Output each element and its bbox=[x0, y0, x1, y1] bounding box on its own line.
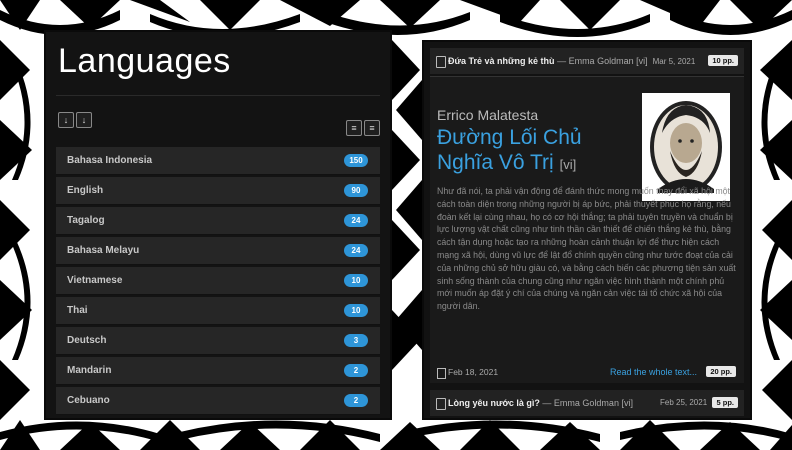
read-whole-text-link[interactable]: Read the whole text... bbox=[610, 367, 697, 377]
page-count-badge: 20 pp. bbox=[706, 366, 736, 377]
page-count-badge: 10 pp. bbox=[708, 55, 738, 66]
count-badge: 10 bbox=[344, 304, 368, 317]
languages-panel: Languages ↓ ↓ ≡ ≡ Bahasa Indonesia 150 E… bbox=[46, 32, 390, 418]
sort-alpha-asc-icon[interactable]: ↓ bbox=[58, 112, 74, 128]
title-divider bbox=[56, 95, 380, 96]
featured-excerpt: Như đã nói, ta phải vận động để đánh thứ… bbox=[437, 186, 736, 312]
language-name: Deutsch bbox=[67, 335, 107, 346]
text-title-link[interactable]: Lòng yêu nước là gì? bbox=[448, 398, 540, 408]
language-item-english[interactable]: English 90 bbox=[56, 177, 380, 205]
count-badge: 2 bbox=[344, 364, 368, 377]
texts-feed-panel: Đứa Trẻ và những kẻ thù — Emma Goldman [… bbox=[424, 42, 750, 418]
text-title-link[interactable]: Đứa Trẻ và những kẻ thù bbox=[448, 56, 555, 66]
document-icon bbox=[437, 368, 446, 379]
count-badge: 90 bbox=[344, 184, 368, 197]
language-item-vietnamese[interactable]: Vietnamese 10 bbox=[56, 267, 380, 295]
language-name: Cebuano bbox=[67, 395, 110, 406]
sort-amount-desc-icon[interactable]: ≡ bbox=[364, 120, 380, 136]
count-badge: 2 bbox=[344, 394, 368, 407]
language-name: Thai bbox=[67, 305, 88, 316]
page-count-badge: 5 pp. bbox=[712, 397, 738, 408]
featured-language: [vi] bbox=[559, 157, 577, 172]
text-author: — Emma Goldman [vi] bbox=[539, 398, 633, 408]
sort-amount-asc-icon[interactable]: ≡ bbox=[346, 120, 362, 136]
language-item-bahasa-indonesia[interactable]: Bahasa Indonesia 150 bbox=[56, 147, 380, 175]
featured-date: Feb 18, 2021 bbox=[448, 367, 499, 377]
language-item-deutsch[interactable]: Deutsch 3 bbox=[56, 327, 380, 355]
count-badge: 150 bbox=[344, 154, 368, 167]
language-name: Bahasa Indonesia bbox=[67, 155, 153, 166]
language-item-thai[interactable]: Thai 10 bbox=[56, 297, 380, 325]
document-icon bbox=[436, 398, 446, 410]
language-item-tagalog[interactable]: Tagalog 24 bbox=[56, 207, 380, 235]
language-item-mandarin[interactable]: Mandarin 2 bbox=[56, 357, 380, 385]
language-item-cebuano[interactable]: Cebuano 2 bbox=[56, 387, 380, 415]
sort-alpha-desc-icon[interactable]: ↓ bbox=[76, 112, 92, 128]
featured-text-card: Errico Malatesta Đường Lối Chủ Nghĩa Vô … bbox=[430, 76, 744, 383]
language-name: Vietnamese bbox=[67, 275, 123, 286]
count-badge: 24 bbox=[344, 214, 368, 227]
text-list-item[interactable]: Lòng yêu nước là gì? — Emma Goldman [vi]… bbox=[430, 390, 744, 416]
text-date: Mar 5, 2021 bbox=[652, 57, 696, 66]
text-author: — Emma Goldman [vi] bbox=[554, 56, 648, 66]
page-title: Languages bbox=[58, 42, 231, 80]
document-icon bbox=[436, 56, 446, 68]
language-name: Tagalog bbox=[67, 215, 105, 226]
language-name: Bahasa Melayu bbox=[67, 245, 140, 256]
language-name: Mandarin bbox=[67, 365, 112, 376]
text-date: Feb 25, 2021 bbox=[660, 398, 708, 407]
count-badge: 10 bbox=[344, 274, 368, 287]
text-list-item[interactable]: Đứa Trẻ và những kẻ thù — Emma Goldman [… bbox=[430, 48, 744, 74]
count-badge: 3 bbox=[344, 334, 368, 347]
featured-author: Errico Malatesta bbox=[437, 107, 539, 123]
language-name: English bbox=[67, 185, 104, 196]
count-badge: 24 bbox=[344, 244, 368, 257]
language-item-bahasa-melayu[interactable]: Bahasa Melayu 24 bbox=[56, 237, 380, 265]
